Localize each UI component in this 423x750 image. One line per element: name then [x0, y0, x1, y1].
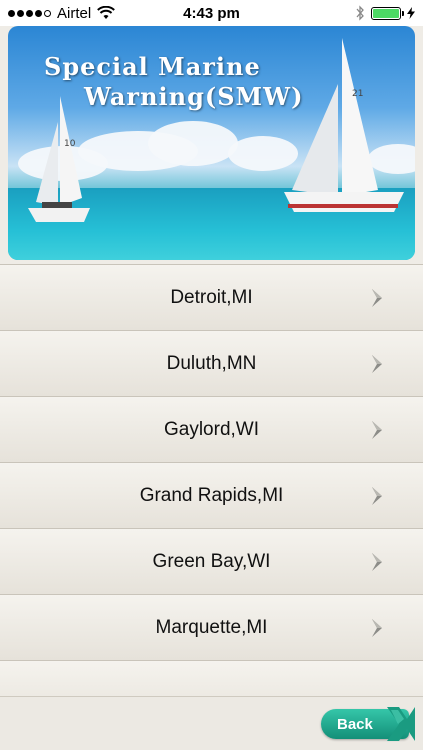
chevron-right-icon: [372, 288, 382, 307]
wifi-icon: [97, 6, 116, 19]
list-item-gaylord[interactable]: Gaylord,WI: [0, 397, 423, 463]
chevron-right-icon: [372, 486, 382, 505]
back-button[interactable]: Back: [321, 707, 415, 741]
back-arrow-icon: [387, 707, 415, 741]
bluetooth-icon: [356, 5, 364, 21]
status-left: Airtel: [8, 4, 116, 22]
list-item-marquette[interactable]: Marquette,MI: [0, 595, 423, 661]
list-item-grand-rapids[interactable]: Grand Rapids,MI: [0, 463, 423, 529]
banner-title-line2: Warning(SMW): [84, 82, 304, 111]
list-item-label: Marquette,MI: [155, 616, 268, 638]
back-button-label: Back: [337, 715, 373, 733]
banner-image: 21 10 Special Marine Warning(SMW): [8, 26, 415, 260]
bottom-toolbar: Back: [0, 696, 423, 750]
chevron-right-icon: [372, 420, 382, 439]
svg-text:10: 10: [64, 139, 76, 149]
charging-bolt-icon: [407, 7, 415, 19]
status-right: [355, 5, 415, 21]
list-item-label: Grand Rapids,MI: [139, 484, 284, 506]
list-item-label: Duluth,MN: [166, 352, 257, 374]
svg-text:21: 21: [352, 89, 363, 99]
chevron-right-icon: [372, 552, 382, 571]
banner-title-line1: Special Marine: [44, 52, 261, 81]
list-item-label: Gaylord,WI: [163, 418, 260, 440]
list-item-duluth[interactable]: Duluth,MN: [0, 331, 423, 397]
carrier-label: Airtel: [57, 4, 92, 22]
status-bar: Airtel 4:43 pm: [0, 0, 423, 26]
list-item-partial[interactable]: [0, 661, 423, 696]
list-item-label: Green Bay,WI: [152, 550, 271, 572]
list-item-detroit[interactable]: Detroit,MI: [0, 265, 423, 331]
banner-title: Special Marine Warning(SMW): [44, 52, 303, 112]
location-list: Detroit,MI Duluth,MN Gaylord,WI Grand Ra…: [0, 264, 423, 696]
battery-icon: [371, 6, 404, 20]
chevron-right-icon: [372, 618, 382, 637]
chevron-right-icon: [372, 354, 382, 373]
list-item-label: Detroit,MI: [170, 286, 253, 308]
list-item-green-bay[interactable]: Green Bay,WI: [0, 529, 423, 595]
signal-dots-icon: [8, 9, 51, 17]
